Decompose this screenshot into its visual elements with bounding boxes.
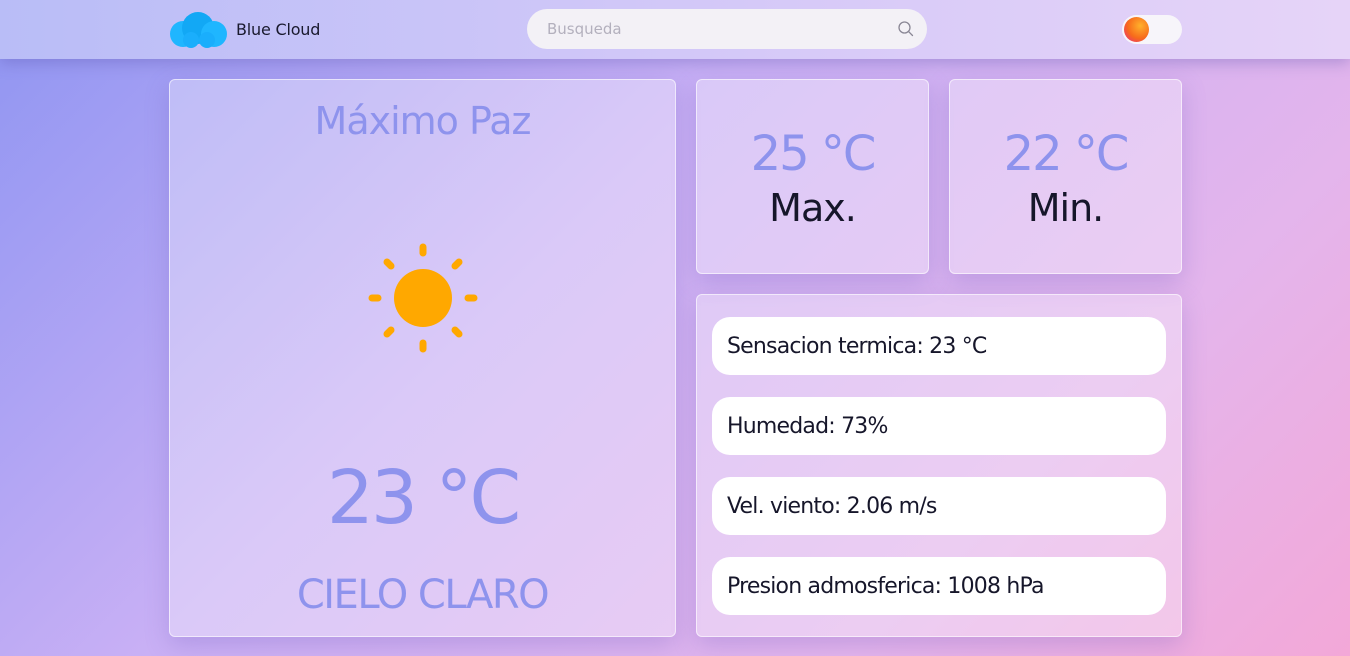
theme-toggle[interactable] [1122,15,1182,44]
max-temp-card: 25 °C Max. [696,79,929,274]
pressure-item: Presion admosferica: 1008 hPa [712,557,1166,615]
brand-name: Blue Cloud [236,19,321,39]
current-weather-card [169,79,676,637]
wind-speed-item: Vel. viento: 2.06 m/s [712,477,1166,535]
top-bar: Blue Cloud [0,0,1350,59]
min-temp-value: 22 °C [1003,126,1130,182]
cloud-logo-icon [170,12,227,48]
weather-description: CIELO CLARO [296,572,550,618]
toggle-knob [1124,17,1149,42]
max-temp-label: Max. [769,186,857,230]
city-name: Máximo Paz [314,99,532,143]
sun-icon [368,243,478,353]
humidity-item: Humedad: 73% [712,397,1166,455]
feels-like-item: Sensacion termica: 23 °C [712,317,1166,375]
max-temp-value: 25 °C [750,126,877,182]
min-temp-card: 22 °C Min. [949,79,1182,274]
min-temp-label: Min. [1027,186,1105,230]
current-temperature: 23 °C [326,455,521,541]
search-icon[interactable] [897,20,915,38]
brand-logo[interactable]: Blue Cloud [169,9,320,49]
search-input[interactable] [527,9,927,49]
